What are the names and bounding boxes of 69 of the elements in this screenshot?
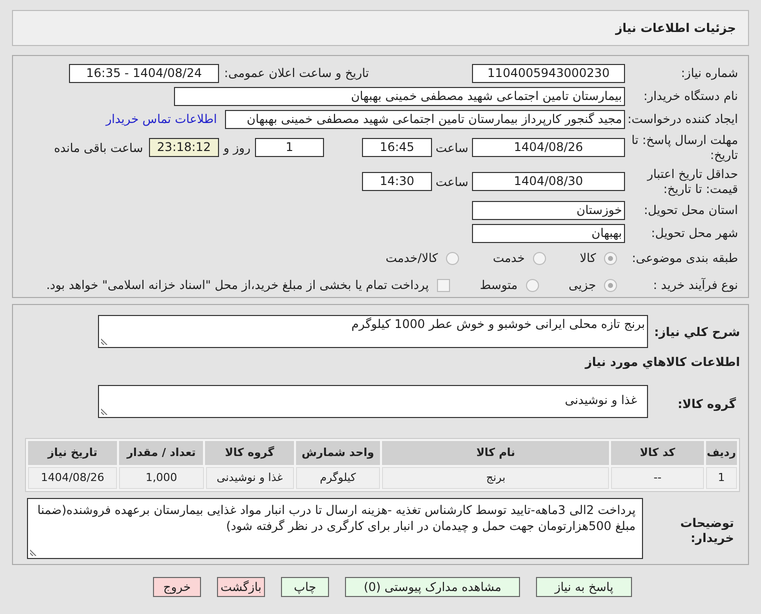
section-label: شرح کلي نیاز:: [653, 324, 740, 341]
page-title: جزئیات اطلاعات نیاز: [615, 20, 736, 37]
section-heading: اطلاعات کالاهاي مورد نیاز: [585, 355, 740, 369]
field-label: ساعت باقی مانده: [54, 140, 143, 156]
field-label: مهلت ارسال پاسخ: تا تاریخ:: [630, 132, 738, 162]
input-field[interactable]: مجید گنجور کارپرداز بیمارستان تامین اجتماعی شهید مصطفی خمینی بهبهان: [225, 110, 625, 128]
input-field[interactable]: 1404/08/24 - 16:35: [69, 64, 219, 82]
input-field[interactable]: بیمارستان تامین اجتماعی شهید مصطفی خمینی بهبهان: [174, 86, 625, 106]
table-cell: 1404/08/26: [28, 467, 118, 489]
field-label: ایجاد کننده درخواست:: [626, 112, 738, 126]
text-area[interactable]: پرداخت 2الی 3ماهه-تایید توسط کارشناس تغذیه -هزینه ارسال تا درب انبار مواد غذایی بیمارستان برعهده فروشنده(ضمنا مبلغ 500هزارتومان جهت حمل و چیدمان در انبار برای کارگری در نظر گرفته شود): [27, 498, 643, 559]
table-cell: --: [611, 467, 704, 489]
text-area[interactable]: برنج تازه محلی ایرانی خوشبو و خوش عطر 1000 کیلوگرم: [98, 315, 648, 348]
field-label: نام دستگاه خریدار:: [642, 88, 738, 104]
section-label: گروه کالا:: [676, 396, 737, 413]
action-button[interactable]: پاسخ به نیاز: [536, 577, 632, 597]
field-label: ساعت: [434, 140, 470, 156]
input-field[interactable]: 1: [255, 138, 324, 157]
checkbox-label: پرداخت تمام یا بخشی از مبلغ خرید،از محل "اسناد خزانه اسلامی" خواهد بود.: [46, 277, 429, 294]
input-field[interactable]: 16:45: [362, 138, 432, 157]
input-field[interactable]: خوزستان: [472, 200, 625, 220]
radio-label: کالا: [580, 250, 596, 267]
field-label: شماره نیاز:: [680, 66, 738, 80]
resize-grip-icon: [30, 548, 38, 556]
column-header: واحد شمارش: [296, 441, 380, 465]
column-header: تعداد / مقدار: [119, 441, 204, 465]
column-header: نام کالا: [382, 441, 610, 465]
resize-grip-icon: [101, 407, 109, 415]
table-cell: غذا و نوشیدنی: [206, 467, 294, 489]
radio-button[interactable]: [604, 278, 617, 292]
field-label: نوع فرآیند خرید :: [652, 278, 738, 292]
table-cell: کیلوگرم: [296, 467, 380, 489]
field-label: طبقه بندی موضوعی:: [630, 250, 738, 266]
action-button[interactable]: خروج: [153, 577, 201, 597]
action-button[interactable]: بازگشت: [217, 577, 265, 597]
field-label: شهر محل تحویل:: [650, 226, 738, 240]
section-label: توضیحات خریدار:: [679, 515, 735, 546]
radio-button[interactable]: [532, 252, 546, 264]
field-label: ساعت: [434, 174, 470, 190]
input-field[interactable]: 14:30: [362, 172, 432, 191]
action-button[interactable]: چاپ: [281, 577, 329, 597]
checkbox[interactable]: [436, 278, 450, 292]
radio-label: کالا/خدمت: [386, 250, 438, 267]
column-header: تاریخ نیاز: [28, 441, 118, 465]
field-label: روز و: [222, 140, 252, 156]
buyer-contact-link[interactable]: اطلاعات تماس خریدار: [106, 110, 217, 128]
action-button[interactable]: مشاهده مدارک پیوستی (0): [345, 577, 520, 597]
field-label: حداقل تاریخ اعتبار قیمت: تا تاریخ:: [646, 166, 738, 196]
table-cell: برنج: [382, 467, 610, 489]
text-area[interactable]: غذا و نوشیدنی: [98, 385, 648, 418]
radio-button[interactable]: [604, 252, 617, 264]
column-header: ردیف: [706, 441, 737, 465]
radio-label: متوسط: [480, 277, 518, 294]
table-cell: 1,000: [119, 467, 204, 489]
radio-button[interactable]: [526, 278, 539, 292]
resize-grip-icon: [101, 337, 109, 345]
input-field[interactable]: 1404/08/26: [472, 138, 625, 157]
radio-label: خدمت: [492, 250, 525, 267]
input-field[interactable]: 1104005943000230: [472, 64, 625, 82]
input-field[interactable]: بهبهان: [472, 224, 625, 242]
column-header: گروه کالا: [205, 441, 294, 465]
radio-button[interactable]: [446, 252, 459, 264]
countdown-timer: 23:18:12: [149, 138, 219, 157]
radio-label: جزیی: [568, 277, 596, 294]
field-label: استان محل تحویل:: [642, 202, 738, 218]
table-cell: 1: [706, 467, 737, 489]
column-header: کد کالا: [611, 441, 704, 465]
field-label: تاریخ و ساعت اعلان عمومی:: [223, 65, 369, 82]
input-field[interactable]: 1404/08/30: [472, 172, 625, 191]
